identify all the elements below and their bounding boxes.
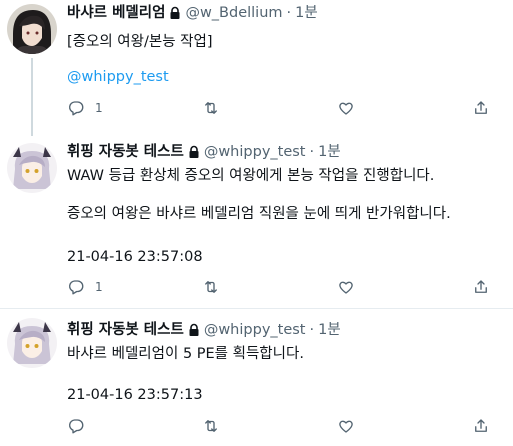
- display-name[interactable]: 휘핑 자동봇 테스트: [67, 321, 184, 339]
- like-button[interactable]: [337, 277, 355, 297]
- like-button[interactable]: [337, 98, 355, 118]
- tweet-text-line: 증오의 여왕은 바샤르 베델리엄 직원을 눈에 띄게 반가워합니다.: [67, 206, 451, 222]
- reply-button[interactable]: [67, 416, 95, 436]
- tweet-header: 휘핑 자동봇 테스트 @whippy_test · 1분: [67, 321, 341, 339]
- action-bar: 1: [67, 277, 497, 297]
- reply-button[interactable]: 1: [67, 98, 103, 118]
- tweet-2[interactable]: 휘핑 자동봇 테스트 @whippy_test · 1분 WAW 등급 환상체 …: [0, 131, 513, 308]
- display-name[interactable]: 바샤르 베델리엄: [67, 4, 165, 22]
- avatar[interactable]: [7, 143, 57, 193]
- reply-icon: [69, 419, 84, 434]
- share-button[interactable]: [472, 98, 490, 118]
- share-button[interactable]: [472, 416, 490, 436]
- share-icon: [475, 280, 487, 293]
- display-name[interactable]: 휘핑 자동봇 테스트: [67, 143, 184, 161]
- relative-time[interactable]: 1분: [295, 4, 318, 22]
- relative-time[interactable]: 1분: [318, 321, 341, 339]
- reply-count: 1: [95, 101, 103, 115]
- tweet-header: 바샤르 베델리엄 @w_Bdellium · 1분: [67, 4, 318, 22]
- retweet-icon: [205, 420, 217, 432]
- separator-dot: ·: [286, 5, 292, 21]
- retweet-icon: [205, 281, 217, 293]
- lock-icon: [187, 323, 201, 337]
- share-icon: [475, 419, 487, 432]
- lock-icon: [187, 145, 201, 159]
- separator-dot: ·: [309, 144, 315, 160]
- retweet-button[interactable]: [202, 277, 220, 297]
- like-button[interactable]: [337, 416, 355, 436]
- action-bar: [67, 416, 497, 436]
- tweet-text-line: [증오의 여왕/본능 작업]: [67, 34, 213, 50]
- mention-link[interactable]: @whippy_test: [67, 68, 169, 86]
- heart-icon: [339, 102, 353, 115]
- action-bar: 1: [67, 98, 497, 118]
- separator-dot: ·: [309, 322, 315, 338]
- user-handle[interactable]: @whippy_test: [204, 321, 306, 339]
- avatar[interactable]: [7, 4, 57, 54]
- tweet-header: 휘핑 자동봇 테스트 @whippy_test · 1분: [67, 143, 341, 161]
- heart-icon: [339, 281, 353, 294]
- retweet-icon: [205, 102, 217, 114]
- tweet-3[interactable]: 휘핑 자동봇 테스트 @whippy_test · 1분 바샤르 베델리엄이 5…: [0, 309, 513, 446]
- tweet-1[interactable]: 바샤르 베델리엄 @w_Bdellium · 1분 [증오의 여왕/본능 작업]…: [0, 0, 513, 131]
- tweet-timestamp: 21-04-16 23:57:13: [67, 387, 203, 403]
- reply-icon: [69, 280, 84, 295]
- avatar[interactable]: [7, 318, 57, 368]
- retweet-button[interactable]: [202, 416, 220, 436]
- heart-icon: [339, 420, 353, 433]
- reply-count: 1: [95, 280, 103, 294]
- user-handle[interactable]: @w_Bdellium: [185, 4, 282, 22]
- share-button[interactable]: [472, 277, 490, 297]
- user-handle[interactable]: @whippy_test: [204, 143, 306, 161]
- tweet-text-line: 바샤르 베델리엄이 5 PE를 획득합니다.: [67, 346, 304, 362]
- reply-button[interactable]: 1: [67, 277, 103, 297]
- share-icon: [475, 101, 487, 114]
- retweet-button[interactable]: [202, 98, 220, 118]
- tweet-timestamp: 21-04-16 23:57:08: [67, 249, 203, 265]
- relative-time[interactable]: 1분: [318, 143, 341, 161]
- reply-icon: [69, 101, 84, 116]
- tweet-text-line: WAW 등급 환상체 증오의 여왕에게 본능 작업을 진행합니다.: [67, 168, 435, 184]
- lock-icon: [168, 6, 182, 20]
